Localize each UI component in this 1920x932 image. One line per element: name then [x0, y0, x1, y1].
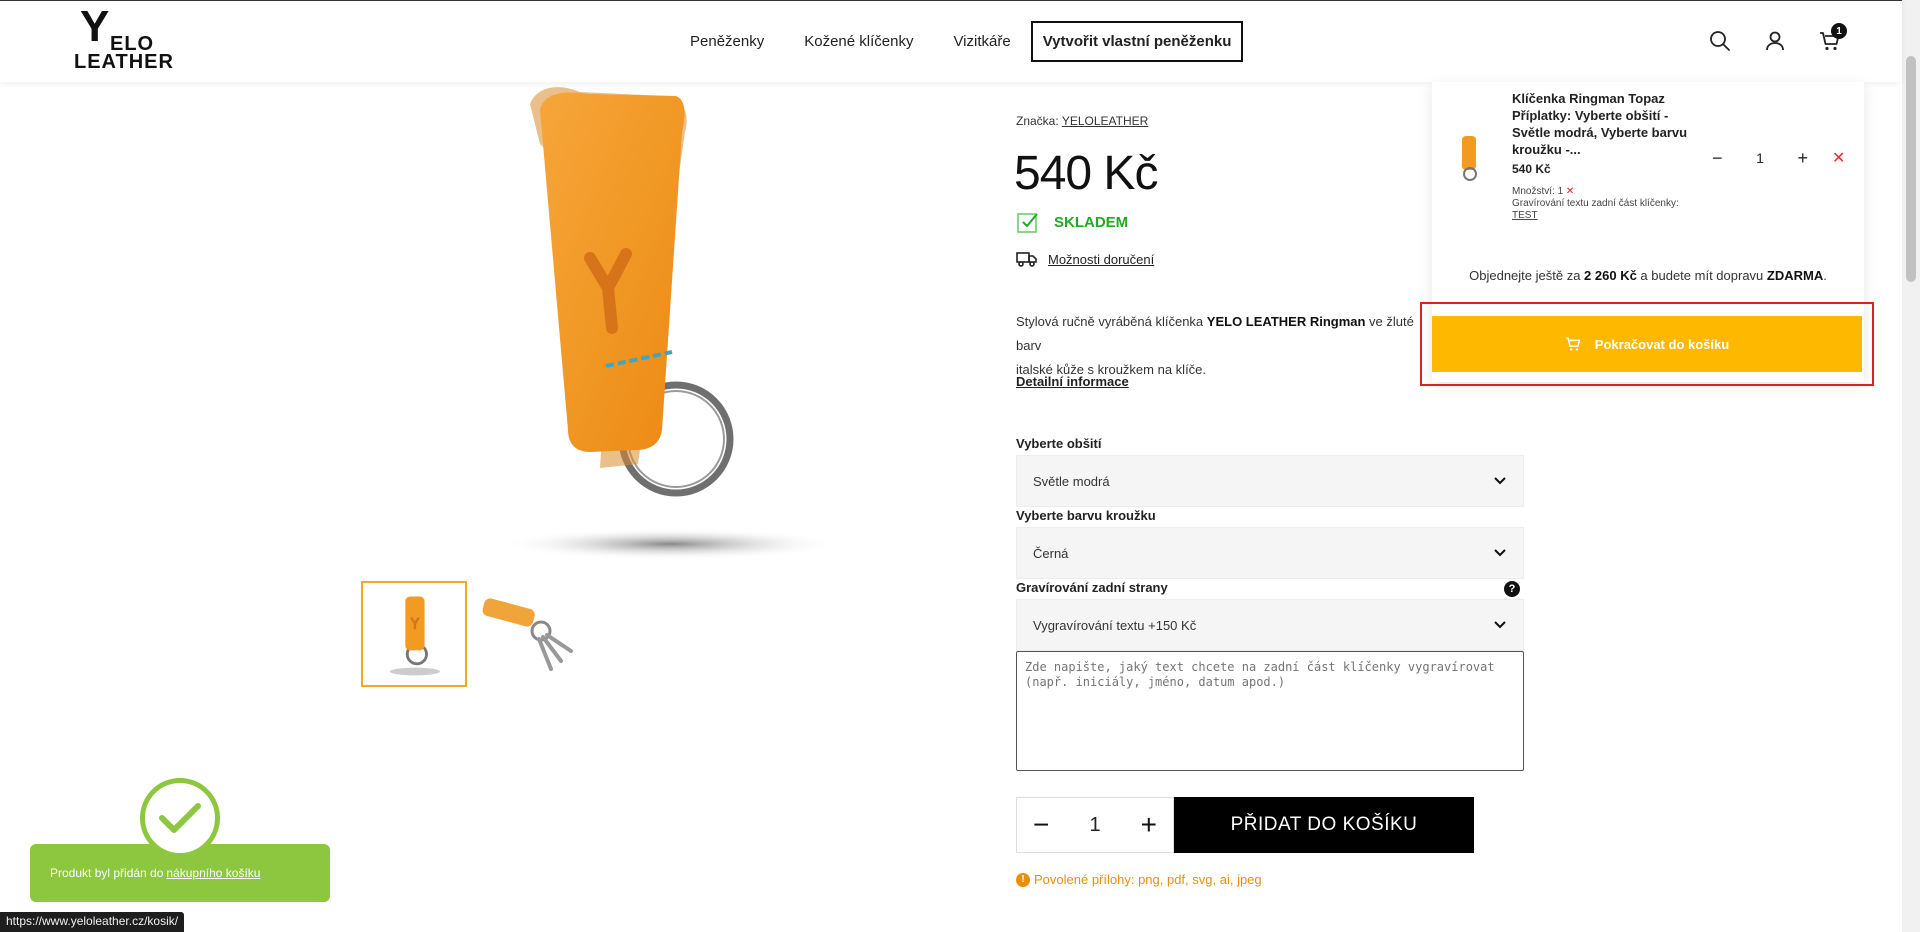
quantity-stepper: − 1 + [1016, 797, 1174, 853]
success-check-circle [140, 778, 220, 858]
engraving-label: Gravírování zadní strany [1016, 580, 1168, 595]
chevron-down-icon [1494, 549, 1506, 557]
product-description: Stylová ručně vyráběná klíčenka YELO LEA… [1016, 310, 1416, 382]
logo-leather: LEATHER [74, 51, 174, 73]
detail-info-link[interactable]: Detailní informace [1016, 374, 1129, 389]
quantity-value[interactable]: 1 [1089, 814, 1100, 837]
mini-cart-plus-button[interactable]: + [1797, 148, 1808, 169]
mini-cart-item-meta: Množství: 1 ✕ Gravírování textu zadní čá… [1512, 186, 1679, 222]
delivery-options-link[interactable]: Možnosti doručení [1016, 250, 1154, 268]
toast-cart-link[interactable]: nákupního košíku [166, 866, 260, 880]
mini-cart-meta-qty: Množství: 1 [1512, 186, 1564, 197]
add-to-cart-button[interactable]: PŘIDAT DO KOŠÍKU [1174, 797, 1474, 853]
close-icon[interactable]: ✕ [1566, 186, 1574, 197]
product-price: 540 Kč [1014, 147, 1158, 200]
description-part-a: Stylová ručně vyráběná klíčenka [1016, 314, 1207, 329]
quantity-minus-button[interactable]: − [1033, 811, 1049, 839]
warning-icon: ! [1016, 872, 1030, 887]
description-bold: YELO LEATHER Ringman [1206, 314, 1366, 329]
stock-status: SKLADEM [1016, 210, 1128, 234]
stitch-select[interactable]: Světle modrá [1016, 455, 1524, 507]
search-icon[interactable] [1708, 29, 1732, 53]
nav-item-card-holders[interactable]: Vizitkáře [933, 33, 1030, 50]
checkmark-icon [159, 803, 201, 833]
mini-cart-meta-engraving-value: TEST [1512, 210, 1538, 221]
free-shipping-note: Objednejte ještě za 2 260 Kč a budete mí… [1432, 268, 1864, 283]
continue-to-cart-button[interactable]: Pokračovat do košíku [1432, 316, 1862, 372]
nav-item-wallets[interactable]: Peněženky [670, 33, 784, 50]
cart-count-badge: 1 [1831, 23, 1847, 39]
thumbnail-keychain-with-keys[interactable] [477, 581, 583, 687]
allowed-attachments-note: ! Povolené přílohy: png, pdf, svg, ai, j… [1016, 872, 1262, 887]
thumbnail-keychain-front[interactable] [361, 581, 467, 687]
stock-label: SKLADEM [1054, 213, 1129, 231]
mini-cart-meta-engraving: Gravírování textu zadní část klíčenky: [1512, 198, 1679, 209]
engraving-text-input[interactable] [1016, 651, 1524, 771]
quantity-plus-button[interactable]: + [1141, 811, 1157, 839]
cart-icon [1565, 337, 1580, 351]
chevron-down-icon [1494, 621, 1506, 629]
delivery-options-label: Možnosti doručení [1048, 251, 1155, 267]
page-scrollbar[interactable] [1902, 0, 1920, 932]
continue-to-cart-label: Pokračovat do košíku [1594, 336, 1730, 352]
allowed-attachments-text: Povolené přílohy: png, pdf, svg, ai, jpe… [1034, 872, 1262, 887]
mini-cart-quantity-stepper: − 1 + [1712, 146, 1808, 170]
site-header: Y ELO LEATHER Peněženky Kožené klíčenky … [0, 0, 1902, 82]
nav-item-keychains[interactable]: Kožené klíčenky [784, 33, 933, 50]
remove-item-icon[interactable]: ✕ [1832, 148, 1845, 168]
stitch-label: Vyberte obšití [1016, 436, 1102, 451]
truck-icon [1016, 252, 1037, 267]
product-main-image[interactable] [440, 84, 860, 564]
checkbox-check-icon [1017, 213, 1038, 233]
engraving-select-value: Vygravírování textu +150 Kč [1033, 617, 1197, 633]
engraving-select[interactable]: Vygravírování textu +150 Kč [1016, 599, 1524, 651]
free-shipping-end: . [1823, 268, 1827, 283]
chevron-down-icon [1494, 477, 1506, 485]
mini-cart-minus-button[interactable]: − [1712, 148, 1723, 169]
mini-cart-item-price: 540 Kč [1512, 162, 1551, 176]
mini-cart-item-title[interactable]: Klíčenka Ringman Topaz Příplatky: Vybert… [1512, 90, 1702, 158]
free-shipping-text-a: Objednejte ještě za [1469, 268, 1585, 283]
status-bar-url: https://www.yeloleather.cz/kosik/ [0, 912, 185, 932]
ring-color-label: Vyberte barvu kroužku [1016, 508, 1156, 523]
mini-cart-quantity-value: 1 [1756, 150, 1764, 166]
logo-y: Y [80, 2, 109, 51]
brand-link[interactable]: YELOLEATHER [1062, 114, 1148, 128]
toast-text: Produkt byl přidán do [50, 866, 164, 880]
ring-color-select-value: Černá [1033, 545, 1069, 561]
free-shipping-text-b: a budete mít dopravu [1636, 268, 1767, 283]
brand-label: Značka: [1016, 114, 1062, 128]
user-account-icon[interactable] [1763, 29, 1787, 53]
mini-cart-item-thumbnail[interactable] [1456, 134, 1484, 182]
scrollbar-thumb[interactable] [1906, 56, 1916, 282]
main-nav: Peněženky Kožené klíčenky Vizitkáře Vytv… [670, 19, 1244, 63]
engraving-help-icon[interactable]: ? [1504, 581, 1520, 597]
free-shipping-word: ZDARMA [1766, 268, 1824, 283]
nav-create-wallet-button[interactable]: Vytvořit vlastní peněženku [1030, 20, 1244, 62]
ring-color-select[interactable]: Černá [1016, 527, 1524, 579]
mini-cart-dropdown: Klíčenka Ringman Topaz Příplatky: Vybert… [1432, 82, 1864, 382]
yeloleather-logo[interactable]: Y ELO LEATHER [72, 2, 173, 74]
stitch-select-value: Světle modrá [1033, 473, 1110, 489]
free-shipping-amount: 2 260 Kč [1584, 268, 1637, 283]
brand-line: Značka: YELOLEATHER [1016, 114, 1148, 128]
